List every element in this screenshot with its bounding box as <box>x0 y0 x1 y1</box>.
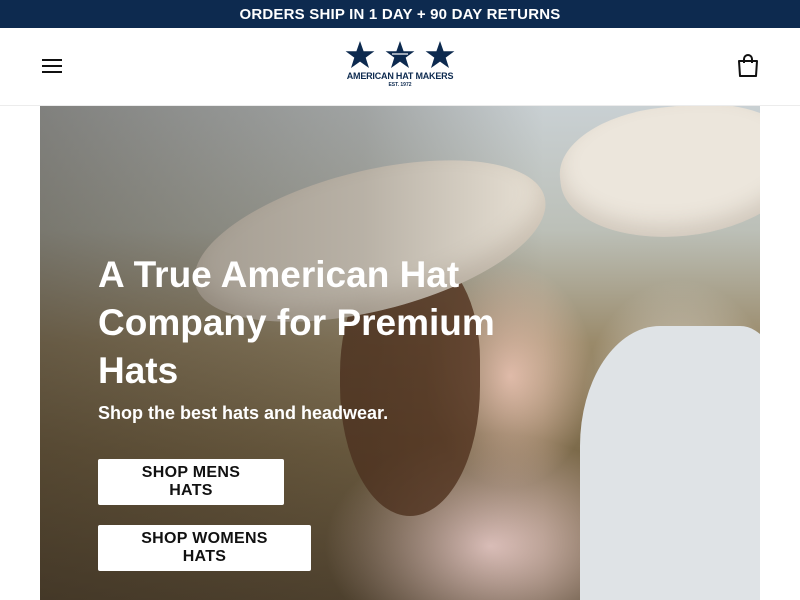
shop-womens-hats-button[interactable]: SHOP WOMENS HATS <box>98 525 311 571</box>
shopping-bag-icon[interactable] <box>736 54 762 80</box>
shop-mens-hats-button[interactable]: SHOP MENS HATS <box>98 459 284 505</box>
site-header: AMERICAN HAT MAKERS EST. 1972 <box>0 28 800 106</box>
hero-banner: A True American Hat Company for Premium … <box>40 106 760 600</box>
announcement-text: ORDERS SHIP IN 1 DAY + 90 DAY RETURNS <box>239 5 561 23</box>
hero-subtitle: Shop the best hats and headwear. <box>98 403 389 423</box>
logo-name: AMERICAN HAT MAKERS <box>346 71 454 81</box>
brand-logo[interactable]: AMERICAN HAT MAKERS EST. 1972 <box>340 40 460 96</box>
hero-title: A True American Hat Company for Premium … <box>98 254 495 391</box>
announcement-bar: ORDERS SHIP IN 1 DAY + 90 DAY RETURNS <box>0 0 800 28</box>
hamburger-menu-icon[interactable] <box>40 56 64 76</box>
three-stars-icon <box>345 41 455 68</box>
logo-established: EST. 1972 <box>388 82 412 88</box>
